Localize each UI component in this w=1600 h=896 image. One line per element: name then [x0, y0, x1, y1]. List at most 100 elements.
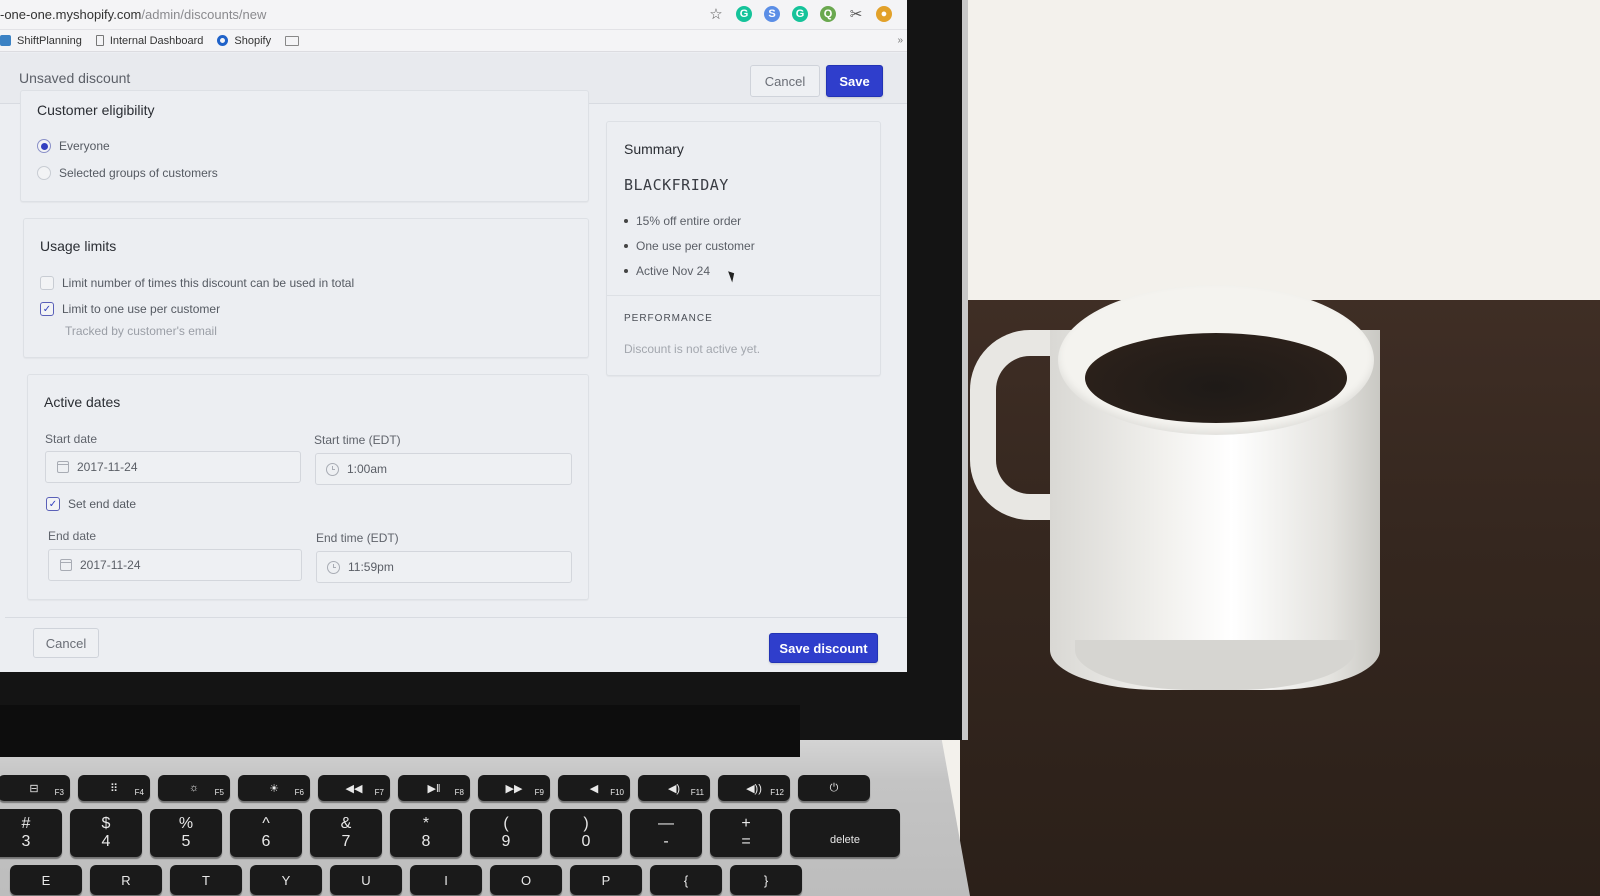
- key-sublabel: F7: [374, 788, 384, 797]
- start-time-label: Start time (EDT): [314, 433, 401, 447]
- menu-dots-icon[interactable]: ⋮: [904, 6, 908, 23]
- checkbox-checked[interactable]: ✓: [40, 302, 54, 316]
- coffee: [1085, 333, 1347, 423]
- discount-code: BLACKFRIDAY: [624, 176, 729, 194]
- usage-limits-title: Usage limits: [40, 238, 117, 254]
- checkbox-set-end-date[interactable]: ✓ Set end date: [46, 497, 136, 511]
- end-date-input[interactable]: 2017-11-24: [48, 549, 302, 581]
- key-sublabel: F5: [214, 788, 224, 797]
- key-sublabel: F11: [690, 788, 704, 797]
- bookmarks-bar: ShiftPlanning Internal Dashboard Shopify »: [0, 30, 907, 52]
- key-glyph: ⊟: [29, 782, 39, 795]
- summary-title: Summary: [624, 141, 684, 157]
- function-key: ◀◀ F7: [318, 775, 390, 801]
- key-glyph: ◀: [589, 782, 599, 795]
- clock-icon: [327, 560, 340, 574]
- number-key-row: #3 $4% 5 ^ 6 & 7 * 8(9) 0— - + = delete: [0, 809, 900, 857]
- bookmarks-more-button[interactable]: »: [897, 35, 903, 46]
- delete-key: delete: [790, 809, 900, 857]
- checkbox[interactable]: [40, 276, 54, 290]
- function-key: ▶▶ F9: [478, 775, 550, 801]
- checkbox-one-per-customer[interactable]: ✓ Limit to one use per customer: [40, 302, 220, 316]
- key-sublabel: F12: [770, 788, 784, 797]
- browser-toolbar: -one-one.myshopify.com/admin/discounts/n…: [0, 0, 907, 30]
- shiftplanning-ext-icon[interactable]: S: [764, 6, 780, 22]
- letter-key: I: [410, 865, 482, 895]
- letter-key: Y: [250, 865, 322, 895]
- function-key: ▶‖ F8: [398, 775, 470, 801]
- radio-selected-groups[interactable]: Selected groups of customers: [37, 166, 218, 180]
- key-bottom-label: 6: [261, 833, 271, 850]
- bookmark-folder[interactable]: [285, 35, 300, 46]
- checkbox-checked[interactable]: ✓: [46, 497, 60, 511]
- key-glyph: ⠿: [109, 782, 119, 795]
- bookmark-shiftplanning[interactable]: ShiftPlanning: [0, 35, 82, 47]
- letter-key: R: [90, 865, 162, 895]
- key-glyph: ☀: [269, 782, 279, 795]
- function-key-row: ⊟ F3 ⠿ F4 ☼ F5 ☀ F6 ◀◀ F7 ▶‖ F8 ▶▶ F9 ◀ F10 ◀) F11 ◀)) F12 ⏻: [0, 775, 900, 801]
- key-bottom-label: 4: [101, 833, 111, 850]
- performance-label: PERFORMANCE: [624, 313, 713, 324]
- function-key: ⠿ F4: [78, 775, 150, 801]
- calendar-icon: [56, 461, 69, 474]
- scissors-icon[interactable]: ✂: [848, 6, 864, 23]
- number-key: #3: [0, 809, 62, 857]
- number-key: & 7: [310, 809, 382, 857]
- grammarly-square-icon[interactable]: G: [792, 6, 808, 22]
- clock-icon: [326, 462, 339, 476]
- key-top-label: #: [21, 815, 31, 832]
- checkbox-label: Limit number of times this discount can …: [62, 276, 355, 290]
- start-date-input[interactable]: 2017-11-24: [45, 451, 301, 483]
- letter-key: E: [10, 865, 82, 895]
- bookmark-shopify[interactable]: Shopify: [217, 35, 271, 47]
- key-sublabel: F8: [454, 788, 464, 797]
- performance-text: Discount is not active yet.: [624, 342, 761, 356]
- page-icon: [95, 35, 104, 46]
- start-time-input[interactable]: 1:00am: [315, 453, 572, 485]
- key-bottom-label: 0: [581, 833, 591, 850]
- vpn-shield-icon[interactable]: ●: [876, 6, 892, 22]
- radio-button[interactable]: [37, 166, 51, 180]
- laptop-hinge: [0, 705, 800, 757]
- key-glyph: ◀◀: [345, 782, 363, 795]
- save-discount-button[interactable]: Save discount: [769, 633, 878, 663]
- radio-button-selected[interactable]: [37, 139, 51, 153]
- start-date-value: 2017-11-24: [77, 460, 138, 474]
- header-save-button[interactable]: Save: [826, 65, 883, 97]
- magnifier-icon[interactable]: Q: [820, 6, 836, 22]
- checkbox-limit-total[interactable]: Limit number of times this discount can …: [40, 276, 354, 290]
- active-dates-title: Active dates: [44, 394, 121, 410]
- number-key: ) 0: [550, 809, 622, 857]
- key-glyph: ◀)): [746, 782, 762, 795]
- bookmark-label: ShiftPlanning: [17, 34, 82, 47]
- key-top-label: *: [422, 815, 430, 832]
- end-time-input[interactable]: 11:59pm: [316, 551, 572, 583]
- start-date-label: Start date: [45, 432, 98, 446]
- key-bottom-label: 7: [341, 833, 351, 850]
- bookmark-label: Shopify: [234, 34, 272, 47]
- key-bottom-label: 3: [21, 833, 31, 850]
- radio-everyone[interactable]: Everyone: [37, 139, 110, 153]
- key-top-label: ): [583, 815, 589, 832]
- key-glyph: ☼: [188, 782, 200, 794]
- key-top-label: —: [658, 815, 674, 832]
- address-bar[interactable]: -one-one.myshopify.com/admin/discounts/n…: [0, 7, 266, 22]
- checkbox-label: Set end date: [68, 497, 137, 511]
- letter-key: {: [650, 865, 722, 895]
- end-date-label: End date: [48, 529, 97, 543]
- key-top-label: $: [101, 815, 111, 832]
- grammarly-icon[interactable]: G: [736, 6, 752, 22]
- bookmark-internal-dashboard[interactable]: Internal Dashboard: [95, 35, 203, 47]
- number-key: + =: [710, 809, 782, 857]
- checkbox-label: Limit to one use per customer: [62, 302, 221, 316]
- footer-cancel-button[interactable]: Cancel: [33, 628, 99, 658]
- letter-key: }: [730, 865, 802, 895]
- number-key: $4: [70, 809, 142, 857]
- function-key: ⊟ F3: [0, 775, 70, 801]
- bookmark-star-icon[interactable]: ☆: [708, 6, 724, 23]
- number-key: (9: [470, 809, 542, 857]
- key-bottom-label: 9: [501, 833, 511, 850]
- header-cancel-button[interactable]: Cancel: [750, 65, 820, 97]
- summary-bullet: One use per customer: [624, 233, 755, 258]
- key-bottom-label: -: [663, 833, 669, 850]
